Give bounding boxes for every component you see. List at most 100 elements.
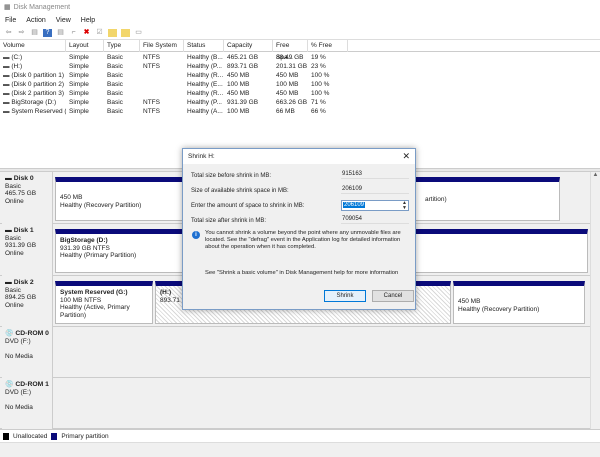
disk-label[interactable]: ▬ Disk 1 Basic 931.39 GB Online — [2, 224, 53, 276]
menu-help[interactable]: Help — [81, 17, 95, 24]
shrink-amount-value: 206109 — [343, 202, 366, 208]
cell-text: Simple — [69, 81, 89, 88]
cell-text: 19 % — [311, 54, 326, 61]
volume-cell: NTFS — [140, 98, 184, 107]
col-layout[interactable]: Layout — [66, 40, 104, 52]
disk-state: No Media — [5, 403, 33, 411]
unallocated-swatch — [3, 432, 9, 440]
cell-text: Basic — [107, 90, 123, 97]
dialog-title-bar: Shrink H: ✕ — [183, 149, 415, 164]
volume-cell: Basic — [104, 107, 140, 116]
volume-row[interactable]: ▬ (H:) Simple Basic NTFS Healthy (P... 893.71… — [0, 62, 600, 71]
col-free[interactable]: Free Spa... — [273, 40, 308, 61]
disk-label[interactable]: 💿 CD-ROM 1 DVD (E:) No Media — [2, 378, 53, 429]
volume-cell: ▬ (C:) — [0, 53, 66, 62]
volume-row[interactable]: ▬ (Disk 0 partition 1) Simple Basic Healthy… — [0, 71, 600, 80]
volume-cell: Simple — [66, 71, 104, 80]
volume-cell: ▬ (H:) — [0, 62, 66, 71]
volume-cell: Healthy (P... — [184, 62, 224, 71]
volume-cell: NTFS — [140, 53, 184, 62]
cell-text: 100 MB — [276, 81, 299, 88]
volume-cell: Healthy (P... — [184, 98, 224, 107]
cell-text: NTFS — [143, 54, 160, 61]
scroll-up-icon[interactable]: ▲ — [591, 172, 600, 178]
cell-text: Simple — [69, 99, 89, 106]
value-available: 206109 — [341, 185, 409, 194]
volume-cell: Simple — [66, 89, 104, 98]
menu-action[interactable]: Action — [26, 17, 45, 24]
spinner-icon[interactable]: ▲ ▼ — [402, 201, 407, 211]
view-icon[interactable]: ▭ — [134, 29, 143, 37]
volume-cell: 66 % — [308, 107, 348, 116]
volume-list: ▬ (C:) Simple Basic NTFS Healthy (B... 465.21… — [0, 53, 600, 116]
cell-text: Healthy (E... — [187, 81, 223, 88]
cell-text: 100 % — [311, 90, 330, 97]
delete-icon[interactable]: ✖ — [82, 29, 91, 37]
disk-label[interactable]: ▬ Disk 0 Basic 465.75 GB Online — [2, 172, 53, 224]
volume-cell: 663.26 GB — [273, 98, 308, 107]
cell-text: Simple — [69, 90, 89, 97]
volume-list-header: Volume Layout Type File System Status Ca… — [0, 40, 600, 61]
cell-text: Simple — [69, 72, 89, 79]
col-status[interactable]: Status — [184, 40, 224, 52]
partition-status: Healthy (Recovery Partition) — [60, 201, 142, 209]
volume-row[interactable]: ▬ System Reserved (... Simple Basic NTFS Hea… — [0, 107, 600, 116]
title-bar: ▦ Disk Management — [0, 0, 600, 14]
partition-status: Healthy (Recovery Partition) — [458, 305, 540, 313]
cdrom-icon: 💿 — [5, 330, 14, 337]
volume-cell: 66 MB — [273, 107, 308, 116]
volume-cell: Basic — [104, 98, 140, 107]
check-icon[interactable]: ☑ — [95, 29, 104, 37]
volume-row[interactable]: ▬ (Disk 2 partition 3) Simple Basic Healthy… — [0, 89, 600, 98]
disk-label[interactable]: 💿 CD-ROM 0 DVD (F:) No Media — [2, 327, 53, 378]
volume-cell: Simple — [66, 98, 104, 107]
partition-size: 931.39 GB NTFS — [60, 244, 110, 252]
label-total-after: Total size after shrink in MB: — [191, 218, 267, 224]
disk-name: CD-ROM 0 — [15, 330, 49, 337]
volume-row[interactable]: ▬ (Disk 0 partition 2) Simple Basic Healthy… — [0, 80, 600, 89]
shrink-button[interactable]: Shrink — [324, 290, 366, 302]
help-icon[interactable]: ? — [43, 29, 52, 37]
folder-icon[interactable] — [121, 29, 130, 37]
menu-view[interactable]: View — [56, 17, 71, 24]
volume-row[interactable]: ▬ (C:) Simple Basic NTFS Healthy (B... 465.21… — [0, 53, 600, 62]
volume-cell: Basic — [104, 53, 140, 62]
volume-cell: ▬ BigStorage (D:) — [0, 98, 66, 107]
disk-size: 931.39 GB — [5, 242, 37, 249]
connect-icon[interactable]: ⌐ — [69, 29, 78, 37]
cell-text: Simple — [69, 63, 89, 70]
volume-row[interactable]: ▬ BigStorage (D:) Simple Basic NTFS Healthy … — [0, 98, 600, 107]
partition[interactable]: 450 MB Healthy (Recovery Partition) — [453, 281, 585, 324]
vertical-scrollbar[interactable]: ▲ — [590, 172, 600, 429]
col-volume[interactable]: Volume — [0, 40, 66, 52]
disk-name: Disk 2 — [13, 279, 34, 286]
cell-text: Basic — [107, 63, 123, 70]
partition-size: 100 MB NTFS — [60, 296, 102, 304]
back-icon[interactable]: ⇦ — [4, 29, 13, 37]
close-icon[interactable]: ✕ — [402, 151, 410, 162]
cancel-button[interactable]: Cancel — [372, 290, 414, 302]
col-filesystem[interactable]: File System — [140, 40, 184, 52]
partition[interactable]: System Reserved (G:) 100 MB NTFS Healthy (… — [55, 281, 153, 324]
list-icon[interactable]: ▤ — [56, 29, 65, 37]
partition-title: (H:) — [160, 289, 172, 296]
shrink-amount-input[interactable]: 206109 ▲ ▼ — [341, 200, 409, 211]
menu-file[interactable]: File — [5, 17, 16, 24]
cell-text: Healthy (R... — [187, 90, 224, 97]
col-percent-free[interactable]: % Free — [308, 40, 348, 52]
app-icon: ▦ — [4, 4, 11, 11]
cell-text: Healthy (P... — [187, 99, 222, 106]
col-capacity[interactable]: Capacity — [224, 40, 273, 52]
properties-icon[interactable]: ▤ — [30, 29, 39, 37]
volume-cell: 100 MB — [273, 80, 308, 89]
folder-add-icon[interactable] — [108, 29, 117, 37]
volume-cell: 88.49 GB — [273, 53, 308, 62]
forward-icon[interactable]: ⇨ — [17, 29, 26, 37]
disk-label[interactable]: ▬ Disk 2 Basic 894.25 GB Online — [2, 276, 53, 327]
volume-cell: ▬ (Disk 0 partition 2) — [0, 80, 66, 89]
volume-cell — [140, 80, 184, 89]
col-type[interactable]: Type — [104, 40, 140, 52]
cell-text: 663.26 GB — [276, 99, 308, 106]
cell-text: Basic — [107, 99, 123, 106]
disk-row: 💿 CD-ROM 1 DVD (E:) No Media — [0, 378, 590, 429]
